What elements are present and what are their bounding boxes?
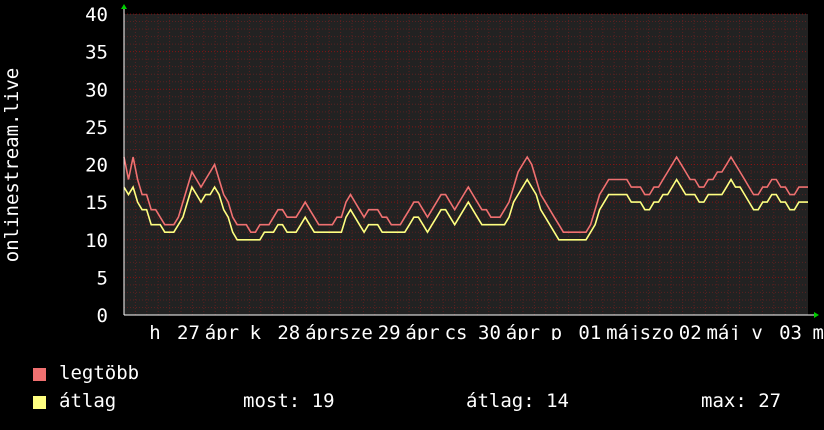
stat-now: most: 19 [243, 390, 335, 412]
y-tick-label: 30 [85, 79, 108, 101]
y-tick-label: 40 [85, 4, 108, 26]
x-tick-label: ápr [305, 322, 339, 340]
x-tick-label: h [149, 322, 160, 340]
x-tick-label: 30 [478, 322, 501, 340]
line-chart: 0510152025303540h 27 ápr k 28 ápr sze 29 ápr cs 30… [1, 4, 824, 340]
x-tick-label: ápr [405, 322, 439, 340]
y-tick-label: 5 [97, 267, 108, 289]
x-tick-label: 29 [378, 322, 401, 340]
x-tick-label: 27 [177, 322, 200, 340]
legend-swatch-avg [33, 396, 46, 409]
x-tick-label: má [813, 322, 824, 340]
y-axis-label: onlinestream.live [1, 68, 23, 262]
y-tick-label: 25 [85, 117, 108, 139]
stat-average: átlag: 14 [466, 390, 569, 412]
x-tick-label: ápr [205, 322, 239, 340]
x-tick-label: k [250, 322, 262, 340]
x-tick-label: sze [339, 322, 373, 340]
legend-label-avg: átlag [59, 390, 117, 412]
stat-max: max: 27 [701, 390, 782, 412]
x-tick-label: szo [640, 322, 674, 340]
y-axis-arrow-icon [121, 4, 127, 9]
x-tick-label: ápr [506, 322, 540, 340]
x-tick-label: máj [706, 322, 740, 340]
x-tick-label: 02 [679, 322, 702, 340]
x-tick-label: 01 [578, 322, 601, 340]
x-tick-label: 28 [277, 322, 300, 340]
legend-item-avg: átlag most: 19 átlag: 14 max: 27 [0, 390, 824, 414]
x-tick-label: máj [606, 322, 640, 340]
x-tick-label: 03 [779, 322, 802, 340]
y-tick-label: 15 [85, 192, 108, 214]
y-tick-label: 20 [85, 155, 108, 177]
x-axis-arrow-icon [814, 312, 819, 318]
legend-label-max: legtöbb [59, 362, 140, 384]
y-tick-label: 35 [85, 42, 108, 64]
x-tick-label: v [751, 322, 762, 340]
x-tick-label: cs [445, 322, 468, 340]
x-tick-label: p [551, 322, 562, 340]
legend-swatch-max [33, 368, 46, 381]
y-tick-label: 0 [97, 305, 108, 327]
y-tick-label: 10 [85, 230, 108, 252]
